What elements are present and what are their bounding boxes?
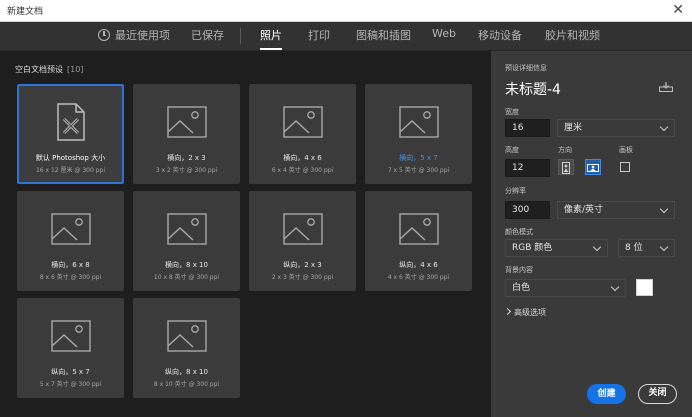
- preset-name: 纵向，5 x 7: [51, 368, 90, 376]
- preset-card[interactable]: 纵向，8 x 10 8 x 10 英寸 @ 300 ppi: [133, 298, 240, 398]
- preset-size: 8 x 10 英寸 @ 300 ppi: [153, 381, 220, 388]
- preset-size: 10 x 8 英寸 @ 300 ppi: [153, 274, 220, 281]
- bit-depth-select[interactable]: 8 位: [618, 239, 675, 257]
- preset-size: 16 x 12 厘米 @ 300 ppi: [35, 167, 105, 174]
- preset-card[interactable]: 横向，2 x 3 3 x 2 英寸 @ 300 ppi: [133, 84, 240, 184]
- width-input[interactable]: 16: [505, 119, 550, 137]
- chevron-down-icon: [659, 204, 669, 214]
- advanced-options-label: 高级选项: [514, 308, 546, 317]
- window-close-icon[interactable]: ✕: [672, 1, 684, 19]
- preset-size: 6 x 4 英寸 @ 300 ppi: [271, 167, 334, 174]
- presets-section-label: 空白文档预设 [10]: [15, 64, 83, 75]
- preset-name: 横向，6 x 8: [51, 261, 90, 269]
- preset-size: 4 x 6 英寸 @ 300 ppi: [387, 274, 450, 281]
- preset-card[interactable]: 横向，5 x 7 7 x 5 英寸 @ 300 ppi: [365, 84, 472, 184]
- chevron-down-icon: [659, 122, 669, 132]
- background-value: 白色: [512, 283, 531, 293]
- width-unit-value: 厘米: [564, 123, 583, 133]
- preset-card[interactable]: 横向，4 x 6 6 x 4 英寸 @ 300 ppi: [249, 84, 356, 184]
- image-icon: [282, 101, 324, 143]
- orientation-landscape-button[interactable]: [585, 159, 601, 175]
- category-tab-bar: 最近使用项 已保存 照片 打印 图稿和插图 Web 移动设备 胶片和视频: [0, 22, 692, 51]
- preset-name: 横向，8 x 10: [165, 261, 208, 269]
- color-mode-value: RGB 颜色: [512, 243, 553, 253]
- tab-print[interactable]: 打印: [308, 27, 330, 43]
- tab-film-video[interactable]: 胶片和视频: [545, 27, 600, 43]
- clock-icon: [98, 29, 110, 41]
- preset-name: 横向，5 x 7: [399, 154, 438, 162]
- image-icon: [166, 101, 208, 143]
- height-input[interactable]: 12: [505, 159, 550, 177]
- presets-panel: 空白文档预设 [10] 默认 Photoshop 大小 16 x 12 厘米 @ 3…: [0, 51, 491, 417]
- chevron-right-icon: [503, 307, 512, 316]
- advanced-options-toggle[interactable]: 高级选项: [503, 307, 546, 318]
- preset-name: 横向，2 x 3: [167, 154, 206, 162]
- window-title: 新建文档: [7, 7, 44, 17]
- image-icon: [166, 208, 208, 250]
- image-icon: [282, 208, 324, 250]
- preset-name: 默认 Photoshop 大小: [35, 154, 106, 162]
- image-icon: [398, 101, 440, 143]
- artboard-checkbox[interactable]: [620, 162, 630, 172]
- save-preset-icon[interactable]: [659, 82, 673, 92]
- tab-mobile[interactable]: 移动设备: [478, 27, 522, 43]
- bit-depth-value: 8 位: [625, 243, 643, 253]
- details-header: 预设详细信息: [505, 64, 547, 72]
- chevron-down-icon: [610, 282, 620, 292]
- preset-size: 8 x 6 英寸 @ 300 ppi: [39, 274, 102, 281]
- image-icon: [50, 315, 92, 357]
- document-icon: [50, 101, 92, 143]
- resolution-unit-select[interactable]: 像素/英寸: [557, 201, 675, 219]
- chevron-down-icon: [592, 242, 602, 252]
- tab-divider: [240, 28, 241, 44]
- preset-card[interactable]: 默认 Photoshop 大小 16 x 12 厘米 @ 300 ppi: [17, 84, 124, 184]
- orientation-label: 方向: [558, 146, 572, 154]
- width-unit-select[interactable]: 厘米: [557, 119, 675, 137]
- tab-saved[interactable]: 已保存: [191, 27, 224, 43]
- preset-card[interactable]: 横向，6 x 8 8 x 6 英寸 @ 300 ppi: [17, 191, 124, 291]
- background-select[interactable]: 白色: [505, 279, 626, 297]
- preset-card[interactable]: 纵向，5 x 7 5 x 7 英寸 @ 300 ppi: [17, 298, 124, 398]
- preset-size: 5 x 7 英寸 @ 300 ppi: [39, 381, 102, 388]
- document-name[interactable]: 未标题-4: [505, 79, 561, 99]
- preset-name: 横向，4 x 6: [283, 154, 322, 162]
- preset-card[interactable]: 横向，8 x 10 10 x 8 英寸 @ 300 ppi: [133, 191, 240, 291]
- preset-card[interactable]: 纵向，2 x 3 2 x 3 英寸 @ 300 ppi: [249, 191, 356, 291]
- preset-size: 2 x 3 英寸 @ 300 ppi: [271, 274, 334, 281]
- background-label: 背景内容: [505, 266, 533, 274]
- preset-name: 纵向，4 x 6: [399, 261, 438, 269]
- preset-size: 3 x 2 英寸 @ 300 ppi: [155, 167, 218, 174]
- close-button[interactable]: 关闭: [638, 384, 677, 404]
- preset-details-panel: 预设详细信息 未标题-4 宽度 16 厘米 高度 方向 画板 12 分辨率 30…: [491, 51, 692, 417]
- title-bar: 新建文档 ✕: [0, 0, 692, 22]
- tab-web[interactable]: Web: [432, 27, 456, 40]
- preset-card[interactable]: 纵向，4 x 6 4 x 6 英寸 @ 300 ppi: [365, 191, 472, 291]
- preset-name: 纵向，8 x 10: [165, 368, 208, 376]
- orientation-portrait-button[interactable]: [558, 159, 574, 175]
- landscape-icon: [587, 164, 599, 172]
- color-mode-select[interactable]: RGB 颜色: [505, 239, 608, 257]
- tab-photo[interactable]: 照片: [260, 27, 282, 50]
- color-mode-label: 颜色模式: [505, 228, 533, 236]
- resolution-input[interactable]: 300: [505, 201, 550, 219]
- presets-section-title: 空白文档预设: [15, 65, 63, 74]
- background-color-swatch[interactable]: [636, 279, 653, 296]
- tab-art-illustration[interactable]: 图稿和插图: [356, 27, 411, 43]
- portrait-icon: [562, 162, 570, 174]
- preset-name: 纵向，2 x 3: [283, 261, 322, 269]
- presets-count: [10]: [67, 65, 84, 74]
- create-button[interactable]: 创建: [587, 384, 626, 404]
- image-icon: [50, 208, 92, 250]
- image-icon: [398, 208, 440, 250]
- preset-size: 7 x 5 英寸 @ 300 ppi: [387, 167, 450, 174]
- image-icon: [166, 315, 208, 357]
- chevron-down-icon: [659, 242, 669, 252]
- artboard-label: 画板: [619, 146, 633, 154]
- tab-recent[interactable]: 最近使用项: [115, 27, 170, 43]
- resolution-unit-value: 像素/英寸: [564, 205, 604, 215]
- height-label: 高度: [505, 146, 519, 154]
- resolution-label: 分辨率: [505, 187, 526, 195]
- width-label: 宽度: [505, 108, 519, 116]
